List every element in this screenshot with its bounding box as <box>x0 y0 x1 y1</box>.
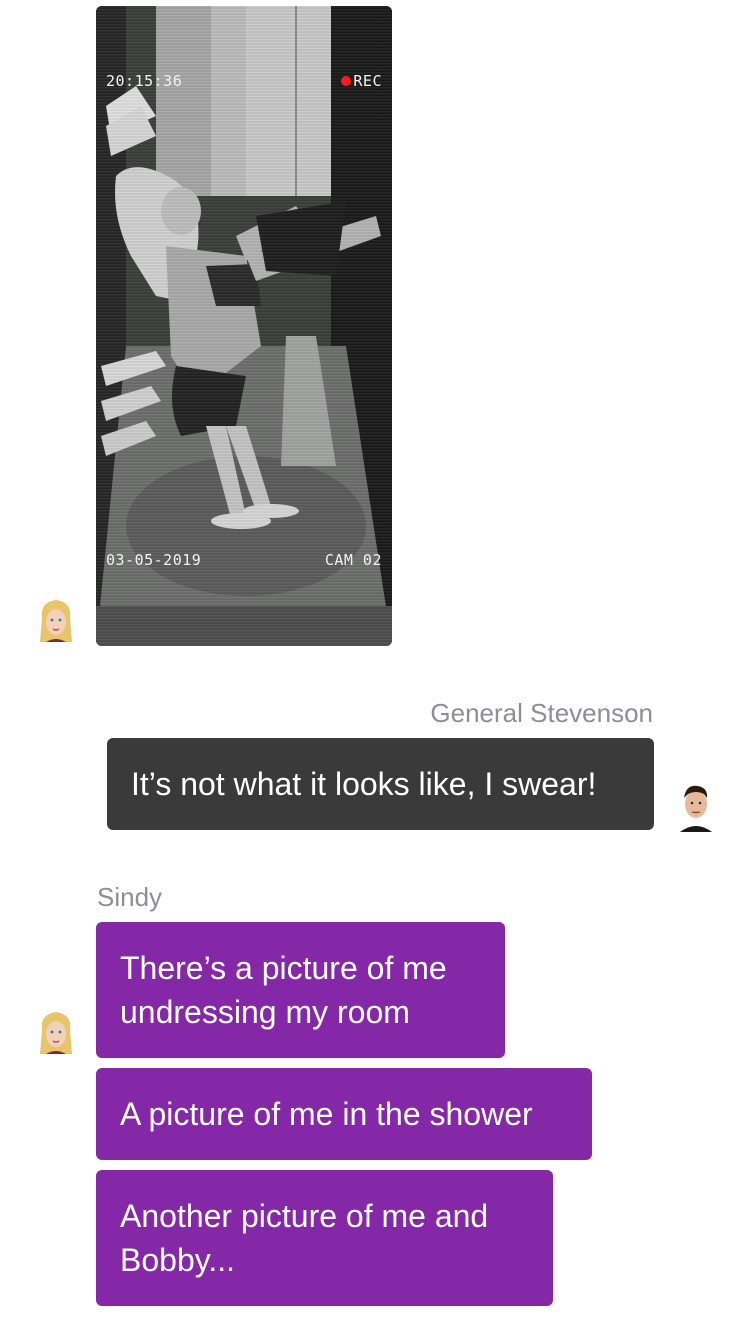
message-text: It’s not what it looks like, I swear! <box>131 766 597 802</box>
message-bubble[interactable]: A picture of me in the shower <box>96 1068 592 1160</box>
rec-indicator: REC <box>341 72 382 90</box>
camera-timestamp: 20:15:36 <box>106 72 183 90</box>
sender-name: General Stevenson <box>430 698 653 728</box>
camera-scene-illustration <box>96 6 392 646</box>
rec-dot-icon <box>341 76 352 86</box>
blonde-woman-avatar-icon <box>40 1012 72 1054</box>
message-text: A picture of me in the shower <box>120 1096 533 1132</box>
dark-haired-man-avatar-icon <box>680 785 712 832</box>
message-bubble[interactable]: It’s not what it looks like, I swear! <box>107 738 654 830</box>
message-text: There’s a picture of me undressing my ro… <box>120 950 447 1030</box>
stevenson-avatar[interactable] <box>676 782 712 832</box>
message-bubble[interactable]: There’s a picture of me undressing my ro… <box>96 922 505 1058</box>
sindy-avatar[interactable] <box>38 598 74 646</box>
blonde-woman-avatar-icon <box>40 600 72 642</box>
security-camera-image[interactable]: 20:15:36 REC 03-05-2019 CAM 02 <box>96 6 392 646</box>
sindy-avatar[interactable] <box>38 1010 74 1058</box>
camera-date: 03-05-2019 <box>106 551 202 569</box>
camera-id: CAM 02 <box>324 551 382 569</box>
message-bubble[interactable]: Another picture of me and Bobby... <box>96 1170 553 1306</box>
message-text: Another picture of me and Bobby... <box>120 1198 489 1278</box>
rec-label: REC <box>353 72 382 90</box>
sender-name: Sindy <box>97 882 163 912</box>
